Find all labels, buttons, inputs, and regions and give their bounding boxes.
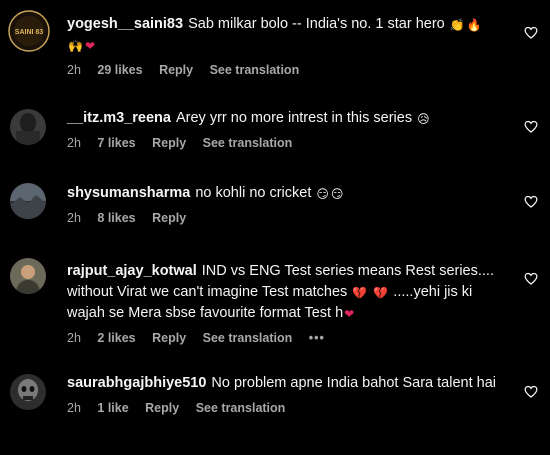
comment-item: rajput_ajay_kotwal IND vs ENG Test series… [0, 252, 550, 352]
avatar[interactable]: SAINI 83 [8, 10, 50, 52]
see-translation-button[interactable]: See translation [203, 136, 293, 150]
avatar[interactable] [10, 183, 46, 219]
comments-list: SAINI 83 yogesh__saini83 Sab milkar bolo … [0, 0, 550, 455]
reply-button[interactable]: Reply [152, 136, 186, 150]
timestamp: 2h [67, 331, 81, 345]
comment-text: shysumansharma no kohli no cricket 😏 😏 [67, 185, 344, 201]
broken-heart-icon: 💔 [373, 286, 389, 300]
red-heart-icon: ❤ [84, 39, 96, 53]
timestamp: 2h [67, 136, 81, 150]
like-heart-icon[interactable] [524, 272, 538, 285]
avatar[interactable] [10, 109, 46, 145]
timestamp: 2h [67, 401, 81, 415]
likes-count[interactable]: 2 likes [97, 331, 135, 345]
comment-meta: 2h 7 likes Reply See translation [67, 135, 510, 151]
sad-face-icon: 😥 [417, 112, 430, 126]
comment-text: saurabhgajbhiye510 No problem apne India … [67, 375, 496, 391]
comment-meta: 2h 2 likes Reply See translation ••• [67, 330, 510, 346]
comment-item: shysumansharma no kohli no cricket 😏 😏 2h … [0, 175, 550, 245]
comment-meta: 2h 8 likes Reply [67, 210, 510, 226]
username[interactable]: rajput_ajay_kotwal [67, 263, 197, 279]
likes-count[interactable]: 8 likes [97, 211, 135, 225]
timestamp: 2h [67, 211, 81, 225]
like-heart-icon[interactable] [524, 385, 538, 398]
like-heart-icon[interactable] [524, 195, 538, 208]
smirking-face-icon: 😏 [330, 187, 344, 201]
comment-text: rajput_ajay_kotwal IND vs ENG Test series… [67, 263, 494, 321]
reply-button[interactable]: Reply [152, 331, 186, 345]
see-translation-button[interactable]: See translation [203, 331, 293, 345]
see-translation-button[interactable]: See translation [210, 63, 300, 77]
username[interactable]: saurabhgajbhiye510 [67, 375, 206, 391]
comment-text: yogesh__saini83 Sab milkar bolo -- India'… [67, 16, 482, 53]
username[interactable]: __itz.m3_reena [67, 110, 171, 126]
see-translation-button[interactable]: See translation [196, 401, 286, 415]
reply-button[interactable]: Reply [159, 63, 193, 77]
fire-icon: 🔥 [466, 18, 482, 32]
likes-count[interactable]: 1 like [97, 401, 128, 415]
comment-item: SAINI 83 yogesh__saini83 Sab milkar bolo … [0, 0, 550, 90]
broken-heart-icon: 💔 [352, 286, 368, 300]
likes-count[interactable]: 29 likes [97, 63, 142, 77]
reply-button[interactable]: Reply [152, 211, 186, 225]
comment-meta: 2h 29 likes Reply See translation [67, 62, 510, 78]
smirking-face-icon: 😏 [316, 187, 329, 201]
like-heart-icon[interactable] [524, 120, 538, 133]
comment-meta: 2h 1 like Reply See translation [67, 400, 510, 416]
avatar[interactable] [10, 374, 46, 410]
avatar[interactable] [10, 258, 46, 294]
clapping-hands-icon: 👏 [449, 18, 465, 32]
comment-text: __itz.m3_reena Arey yrr no more intrest i… [67, 110, 430, 126]
more-options-icon[interactable]: ••• [309, 331, 325, 345]
timestamp: 2h [67, 63, 81, 77]
raising-hands-icon: 🙌 [68, 39, 83, 53]
likes-count[interactable]: 7 likes [97, 136, 135, 150]
comment-item: __itz.m3_reena Arey yrr no more intrest i… [0, 100, 550, 170]
like-heart-icon[interactable] [524, 26, 538, 39]
comment-item: saurabhgajbhiye510 No problem apne India … [0, 365, 550, 455]
username[interactable]: shysumansharma [67, 185, 190, 201]
username[interactable]: yogesh__saini83 [67, 16, 183, 32]
red-heart-icon: ❤ [344, 307, 355, 321]
svg-text:SAINI 83: SAINI 83 [15, 29, 44, 36]
reply-button[interactable]: Reply [145, 401, 179, 415]
